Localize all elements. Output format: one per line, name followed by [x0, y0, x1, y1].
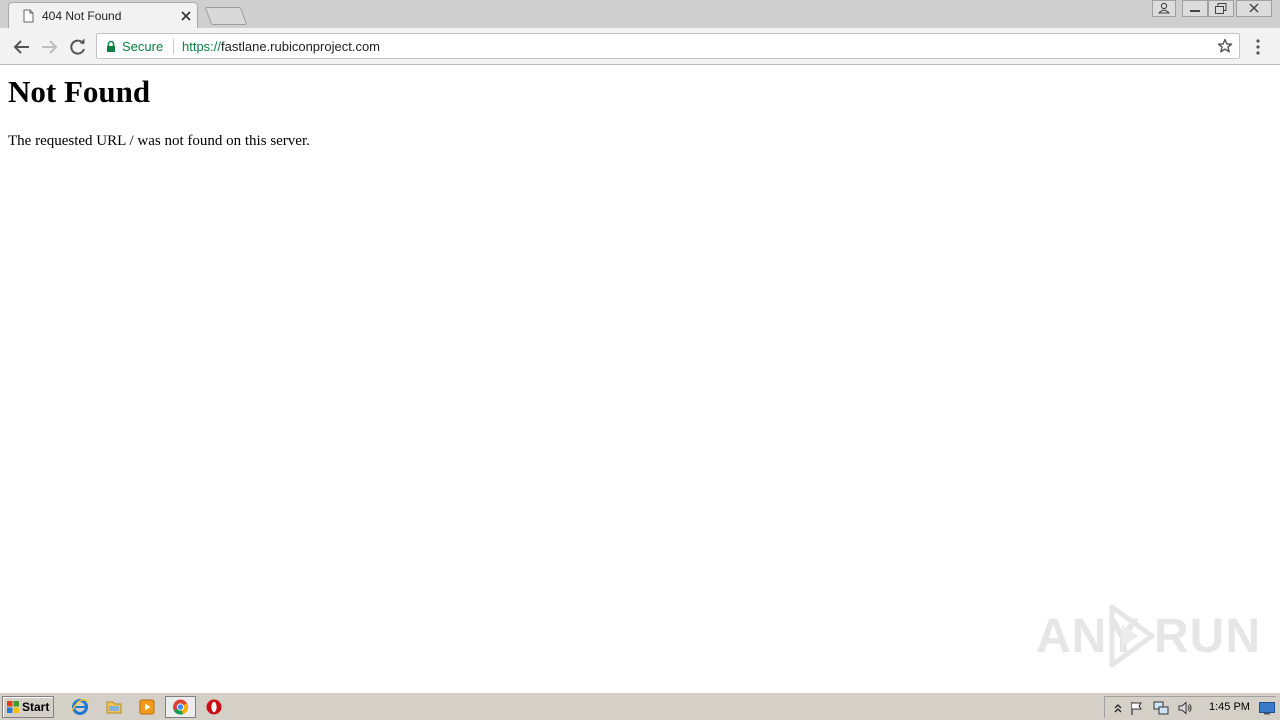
chrome-icon[interactable] [165, 696, 196, 718]
opera-icon[interactable] [202, 697, 226, 717]
forward-button[interactable] [38, 36, 60, 58]
arrow-right-icon [42, 40, 58, 54]
network-icon[interactable] [1153, 700, 1169, 716]
play-logo-icon [1106, 603, 1156, 681]
menu-dots-icon[interactable] [1250, 38, 1266, 56]
internet-explorer-icon[interactable] [68, 697, 92, 717]
address-separator [173, 39, 174, 54]
tab-title: 404 Not Found [42, 9, 122, 23]
tab-close-icon[interactable] [179, 9, 193, 23]
back-button[interactable] [11, 36, 33, 58]
secure-label[interactable]: Secure [122, 39, 163, 54]
lock-icon[interactable] [106, 40, 116, 58]
page-title: Not Found [8, 74, 151, 109]
restore-button[interactable] [1208, 0, 1234, 18]
url-host: fastlane.rubiconproject.com [221, 39, 381, 54]
tab-strip: 404 Not Found [0, 0, 1280, 28]
start-label: Start [22, 700, 50, 714]
system-tray: 1:45 PM [1104, 696, 1276, 718]
media-player-icon[interactable] [135, 697, 159, 717]
watermark-right-text: RUN [1154, 610, 1261, 663]
volume-icon[interactable] [1177, 700, 1193, 716]
clock[interactable]: 1:45 PM [1209, 701, 1250, 713]
browser-tab-active[interactable]: 404 Not Found [8, 2, 198, 28]
document-icon [23, 9, 34, 28]
address-bar[interactable]: Secure https://fastlane.rubiconproject.c… [96, 33, 1240, 59]
action-center-flag-icon[interactable] [1129, 700, 1145, 716]
browser-toolbar: Secure https://fastlane.rubiconproject.c… [0, 28, 1280, 65]
url-text[interactable]: https://fastlane.rubiconproject.com [182, 39, 380, 54]
minimize-button[interactable] [1182, 0, 1208, 18]
arrow-left-icon [13, 40, 29, 54]
url-scheme: https:// [182, 39, 222, 54]
file-explorer-icon[interactable] [102, 697, 126, 717]
close-window-button[interactable] [1236, 0, 1272, 18]
start-button[interactable]: Start [2, 696, 54, 718]
windows-logo-icon [6, 700, 20, 719]
new-tab-button[interactable] [204, 7, 248, 25]
taskbar: Start 1:45 PM [0, 692, 1280, 720]
show-desktop-icon[interactable] [1259, 701, 1275, 715]
bookmark-star-icon[interactable] [1217, 38, 1233, 59]
show-hidden-icons-icon[interactable] [1110, 700, 1126, 716]
page-content: Not Found The requested URL / was not fo… [0, 65, 1280, 692]
reload-button[interactable] [67, 36, 89, 58]
reload-icon [70, 38, 85, 55]
profile-icon[interactable] [1152, 0, 1176, 18]
error-message: The requested URL / was not found on thi… [8, 133, 310, 149]
